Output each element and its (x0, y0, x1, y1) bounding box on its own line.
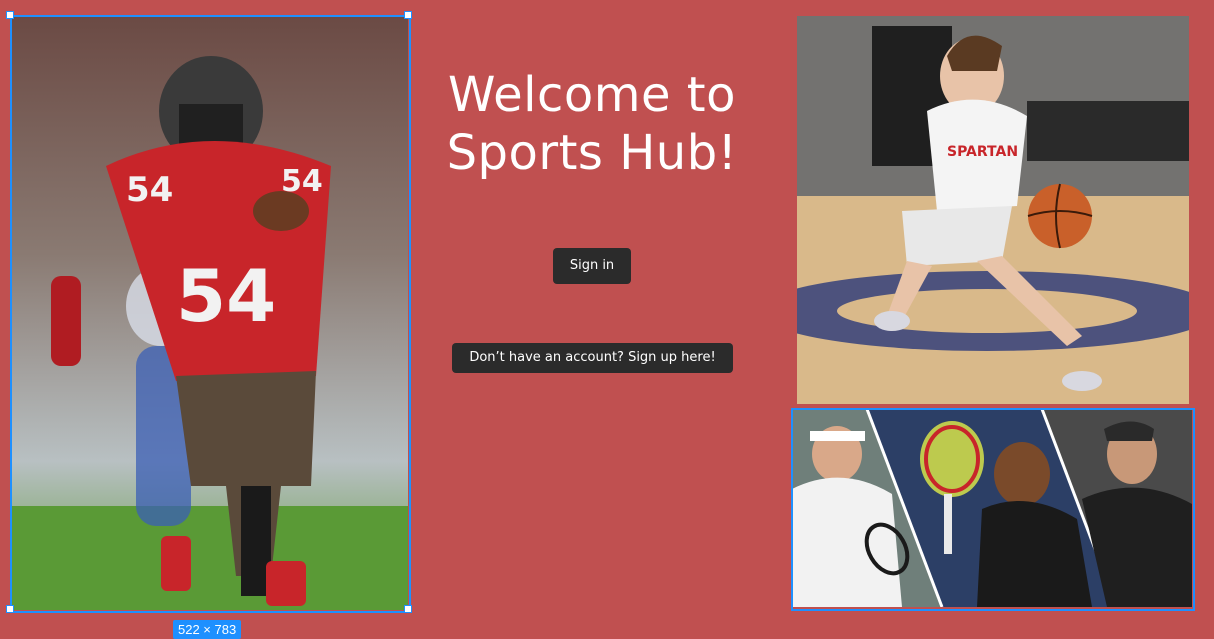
title-line-2: Sports Hub! (446, 125, 738, 181)
jersey-text: SPARTAN (947, 144, 1018, 160)
jersey-number-shoulder: 54 (126, 170, 173, 210)
title-line-1: Welcome to (447, 67, 736, 123)
football-player-image[interactable]: 54 54 54 (11, 16, 408, 610)
selection-size-badge: 522 × 783 (173, 620, 242, 639)
football-player-photo-icon: 54 54 54 (11, 16, 408, 610)
resize-handle-top-left[interactable] (6, 11, 14, 19)
tennis-players-image[interactable] (792, 409, 1192, 607)
tennis-players-collage-icon (792, 409, 1192, 607)
basketball-player-image[interactable]: SPARTAN (797, 16, 1189, 404)
sign-up-button[interactable]: Don’t have an account? Sign up here! (452, 343, 733, 373)
svg-text:54: 54 (176, 254, 276, 338)
resize-handle-bottom-right[interactable] (404, 605, 412, 613)
sign-in-button[interactable]: Sign in (553, 248, 631, 284)
resize-handle-bottom-left[interactable] (6, 605, 14, 613)
page-title: Welcome to Sports Hub! (430, 66, 754, 182)
resize-handle-top-right[interactable] (404, 11, 412, 19)
basketball-player-photo-icon: SPARTAN (797, 16, 1189, 404)
